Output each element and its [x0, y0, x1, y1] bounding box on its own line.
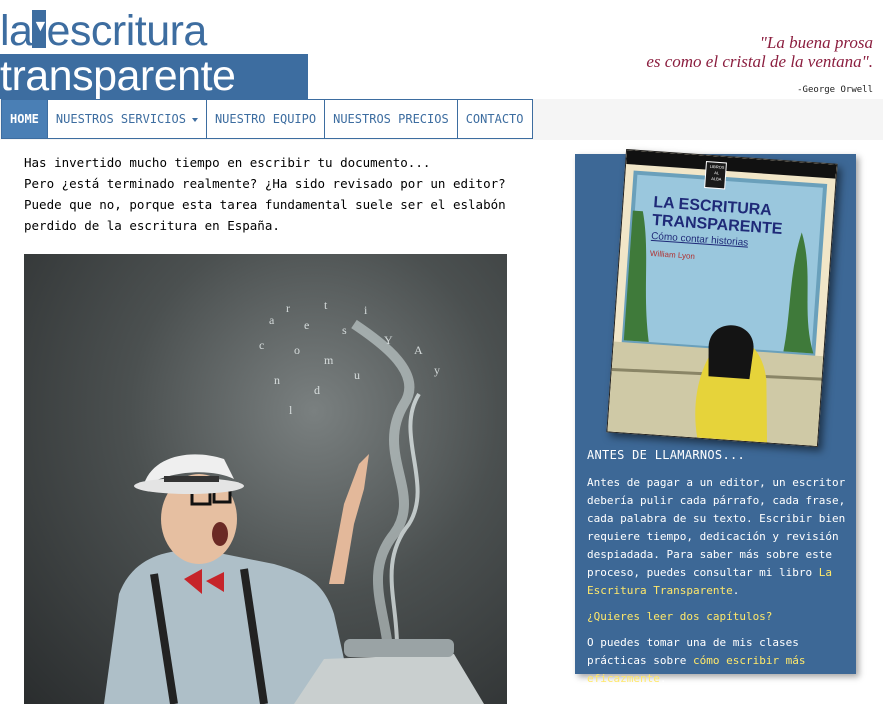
- logo-line-2: transparente: [0, 54, 308, 99]
- svg-text:r: r: [286, 301, 290, 315]
- book-title: LA ESCRITURA TRANSPARENTE Cómo contar hi…: [649, 194, 813, 271]
- sidebar-paragraph-1-end: .: [732, 584, 740, 597]
- quote-line-1: "La buena prosa: [759, 33, 873, 52]
- svg-text:y: y: [434, 363, 440, 377]
- intro-line-1: Has invertido mucho tiempo en escribir t…: [24, 155, 431, 170]
- nav-home[interactable]: HOME: [1, 99, 48, 139]
- svg-text:n: n: [274, 373, 280, 387]
- svg-text:c: c: [259, 338, 264, 352]
- sidebar-heading: ANTES DE LLAMARNOS...: [587, 448, 746, 462]
- nav-contact[interactable]: CONTACTO: [456, 99, 533, 139]
- svg-text:Y: Y: [384, 333, 393, 347]
- chapters-link[interactable]: ¿Quieres leer dos capítulos?: [587, 610, 772, 623]
- book-cover-illustration: [607, 150, 837, 446]
- sidebar-paragraph-1-text: Antes de pagar a un editor, un escritor …: [587, 476, 846, 579]
- sidebar-paragraph-1: Antes de pagar a un editor, un escritor …: [587, 474, 847, 600]
- hero-illustration: are t s i Y A y o n d u l m c: [104, 298, 484, 704]
- svg-text:u: u: [354, 368, 360, 382]
- svg-text:e: e: [304, 318, 309, 332]
- intro-line-3: Puede que no, porque esta tarea fundamen…: [24, 197, 506, 212]
- svg-text:A: A: [414, 343, 423, 357]
- header-quote: "La buena prosa es como el cristal de la…: [646, 33, 873, 100]
- nav-prices[interactable]: NUESTROS PRECIOS: [324, 99, 458, 139]
- main-nav: HOME NUESTROS SERVICIOS NUESTRO EQUIPO N…: [1, 99, 533, 139]
- hero-photo-writer-typewriter: are t s i Y A y o n d u l m c: [24, 254, 507, 704]
- svg-text:t: t: [324, 298, 328, 312]
- quote-line-2: es como el cristal de la ventana".: [646, 52, 873, 71]
- svg-text:o: o: [294, 343, 300, 357]
- svg-text:d: d: [314, 383, 320, 397]
- nav-team[interactable]: NUESTRO EQUIPO: [205, 99, 326, 139]
- sidebar-paragraph-2: ¿Quieres leer dos capítulos?: [587, 608, 847, 626]
- svg-text:l: l: [289, 403, 293, 417]
- intro-line-2: Pero ¿está terminado realmente? ¿Ha sido…: [24, 176, 506, 191]
- logo-cursor-icon: ▼: [32, 10, 48, 48]
- svg-text:i: i: [364, 303, 368, 317]
- svg-text:m: m: [324, 353, 334, 367]
- svg-text:s: s: [342, 323, 347, 337]
- site-logo[interactable]: la▼escritura transparente: [0, 10, 308, 99]
- logo-line-1: la▼escritura: [0, 7, 207, 55]
- intro-text: Has invertido mucho tiempo en escribir t…: [24, 152, 524, 236]
- quote-author: -George Orwell: [797, 85, 873, 95]
- book-badge: LIBROS AL ALBA: [705, 164, 728, 183]
- site-header: la▼escritura transparente "La buena pros…: [0, 0, 883, 99]
- sidebar-paragraph-3-end: .: [659, 672, 667, 685]
- sidebar-content: ANTES DE LLAMARNOS... Antes de pagar a u…: [587, 446, 847, 696]
- sidebar-paragraph-3: O puedes tomar una de mis clases práctic…: [587, 634, 847, 688]
- intro-line-4: perdido de la escritura en España.: [24, 218, 280, 233]
- nav-services[interactable]: NUESTROS SERVICIOS: [46, 99, 207, 139]
- nav-services-label: NUESTROS SERVICIOS: [55, 112, 186, 126]
- svg-text:a: a: [269, 313, 275, 327]
- caret-down-icon: [191, 117, 198, 122]
- book-cover[interactable]: LIBROS AL ALBA LA ESCRITURA TRANSPARENTE…: [606, 148, 838, 448]
